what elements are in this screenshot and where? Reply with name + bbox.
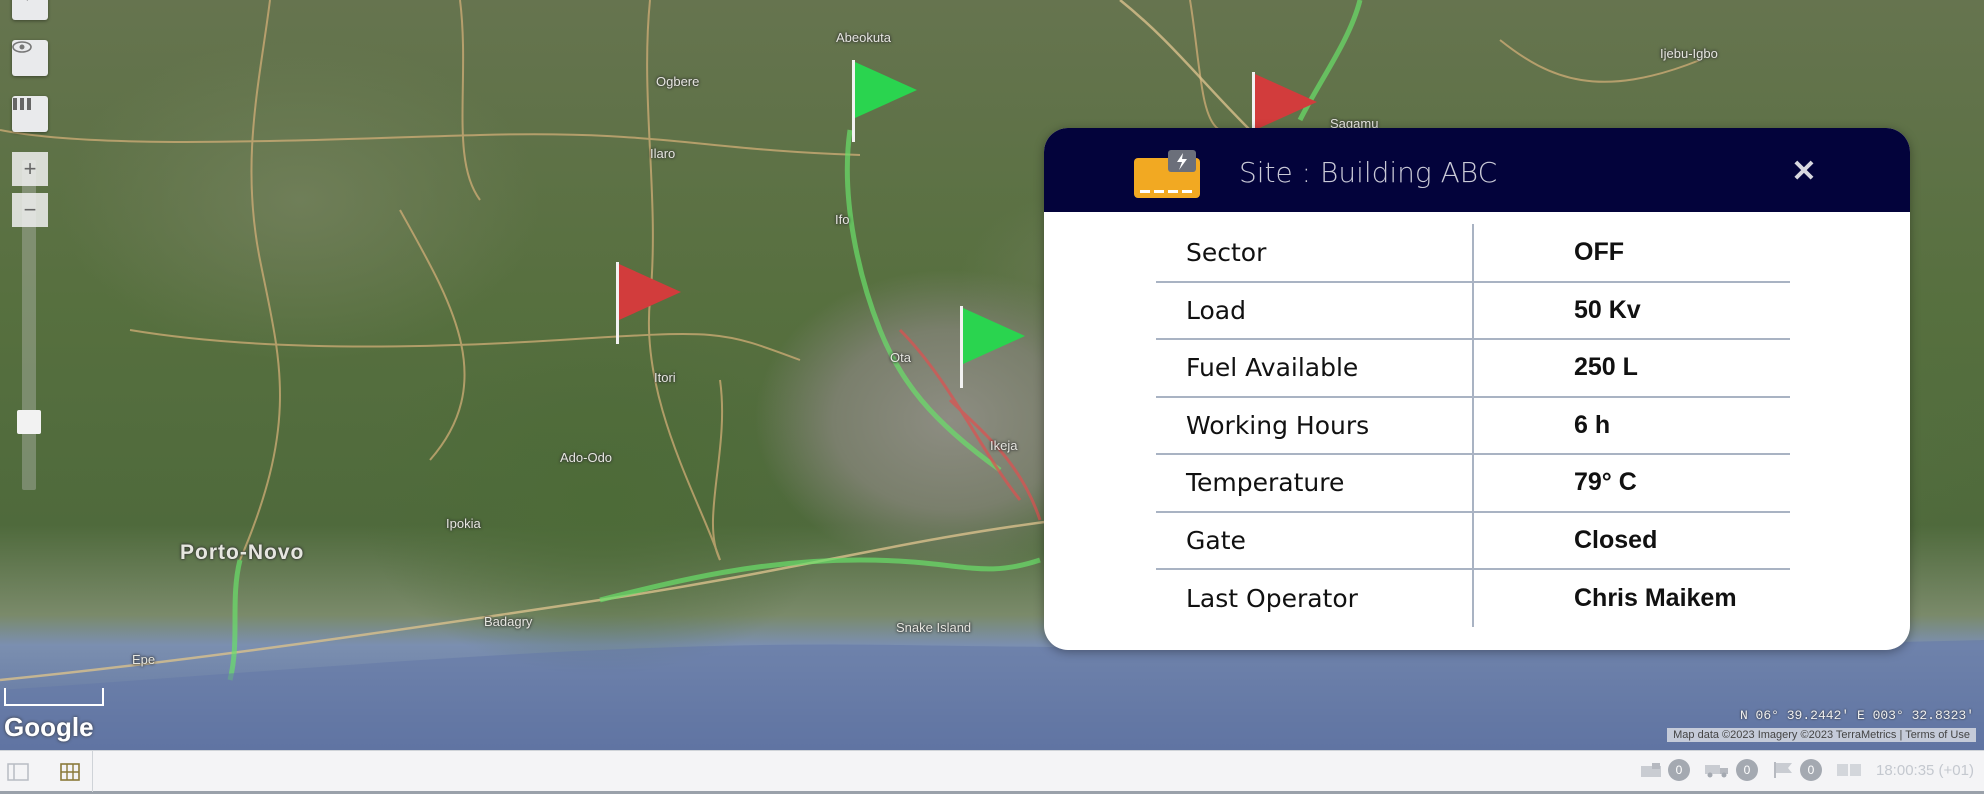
truck-icon <box>1705 765 1728 778</box>
row-label: Load <box>1156 281 1474 340</box>
place-label: Ilaro <box>650 146 676 161</box>
table-row: Sector OFF <box>1156 224 1790 283</box>
count-badge: 0 <box>1668 759 1690 781</box>
table-row: Temperature 79° C <box>1156 454 1790 513</box>
search-icon <box>26 0 28 1</box>
row-label: Fuel Available <box>1156 339 1474 398</box>
count-badge: 0 <box>1800 759 1822 781</box>
layers-button[interactable] <box>12 96 48 132</box>
row-label: Last Operator <box>1156 569 1474 627</box>
row-value: 79° C <box>1473 454 1790 513</box>
close-button[interactable]: ✕ <box>1790 155 1818 188</box>
place-label: Porto-Novo <box>180 541 305 564</box>
place-label: Ipokia <box>446 516 481 531</box>
table-row: Working Hours 6 h <box>1156 396 1790 455</box>
place-label: Itori <box>654 370 676 385</box>
bottom-status-bar: 0 0 0 18:00:35 (+01) <box>0 750 1984 794</box>
count-badge: 0 <box>1736 759 1758 781</box>
row-value: OFF <box>1473 224 1790 283</box>
table-row: Load 50 Kv <box>1156 281 1790 340</box>
divider <box>92 751 93 792</box>
zoom-out-button[interactable]: − <box>12 193 48 227</box>
generator-icon <box>1134 150 1200 198</box>
table-row: Last Operator Chris Maikem <box>1156 569 1790 627</box>
row-label: Temperature <box>1156 454 1474 513</box>
row-value: 250 L <box>1473 339 1790 398</box>
generator-counter[interactable]: 0 <box>1640 759 1690 781</box>
site-info-table: Sector OFF Load 50 Kv Fuel Available 250… <box>1156 224 1790 627</box>
eye-icon <box>12 41 32 53</box>
flag-icon <box>1774 762 1792 778</box>
place-label: Epe <box>132 652 156 667</box>
panel-toggle-button[interactable] <box>4 759 32 785</box>
place-label: Ikeja <box>990 438 1018 453</box>
row-label: Sector <box>1156 224 1474 283</box>
table-row: Gate Closed <box>1156 511 1790 570</box>
table-row: Fuel Available 250 L <box>1156 339 1790 398</box>
generator-icon <box>1641 763 1661 777</box>
place-label: Ogbere <box>656 74 700 89</box>
place-label: Ado-Odo <box>560 450 613 465</box>
row-label: Gate <box>1156 511 1474 570</box>
site-flag-red[interactable] <box>616 262 686 344</box>
search-map-button[interactable] <box>12 0 48 20</box>
place-label: Ijebu-Igbo <box>1660 46 1718 61</box>
row-value: Chris Maikem <box>1574 583 1737 612</box>
flag-triangle <box>619 264 681 320</box>
panel-icon <box>7 763 29 781</box>
flag-triangle <box>963 308 1025 364</box>
popup-title: Site : Building ABC <box>1239 156 1498 189</box>
truck-counter[interactable]: 0 <box>1704 759 1758 781</box>
site-info-popup: Site : Building ABC ✕ Sector OFF Load 50… <box>1044 128 1910 650</box>
row-value: 50 Kv <box>1473 281 1790 340</box>
close-icon: ✕ <box>1791 155 1817 188</box>
site-flag-green[interactable] <box>852 60 922 142</box>
grid-icon <box>60 763 80 781</box>
map-scale-bar <box>4 688 104 706</box>
place-label: Abeokuta <box>836 30 891 45</box>
place-label: Badagry <box>484 614 533 629</box>
row-label: Working Hours <box>1156 396 1474 455</box>
flag-triangle <box>855 62 917 118</box>
status-counters: 0 0 0 18:00:35 (+01) <box>1640 759 1974 781</box>
row-value: Closed <box>1473 511 1790 570</box>
place-label: Ota <box>890 350 911 365</box>
place-label: Snake Island <box>896 620 972 635</box>
place-label: Ifo <box>835 212 850 227</box>
zoom-in-button[interactable]: + <box>12 152 48 186</box>
row-value: 6 h <box>1473 396 1790 455</box>
cursor-coordinates: N 06° 39.2442' E 003° 32.8323' <box>1739 708 1974 723</box>
clock-time: 18:00:35 (+01) <box>1876 761 1974 779</box>
google-logo: Google <box>4 712 94 742</box>
grid-view-button[interactable] <box>56 759 84 785</box>
site-flag-green[interactable] <box>960 306 1030 388</box>
view-toggle-button[interactable] <box>12 40 48 76</box>
flag-counter[interactable]: 0 <box>1772 759 1822 781</box>
map-attribution[interactable]: Map data ©2023 Imagery ©2023 TerraMetric… <box>1667 728 1976 742</box>
flag-triangle <box>1255 74 1317 130</box>
monitor-icon[interactable] <box>1836 762 1862 778</box>
popup-header: Site : Building ABC ✕ <box>1044 128 1910 212</box>
columns-icon <box>13 98 31 110</box>
zoom-slider-thumb[interactable] <box>17 410 41 434</box>
